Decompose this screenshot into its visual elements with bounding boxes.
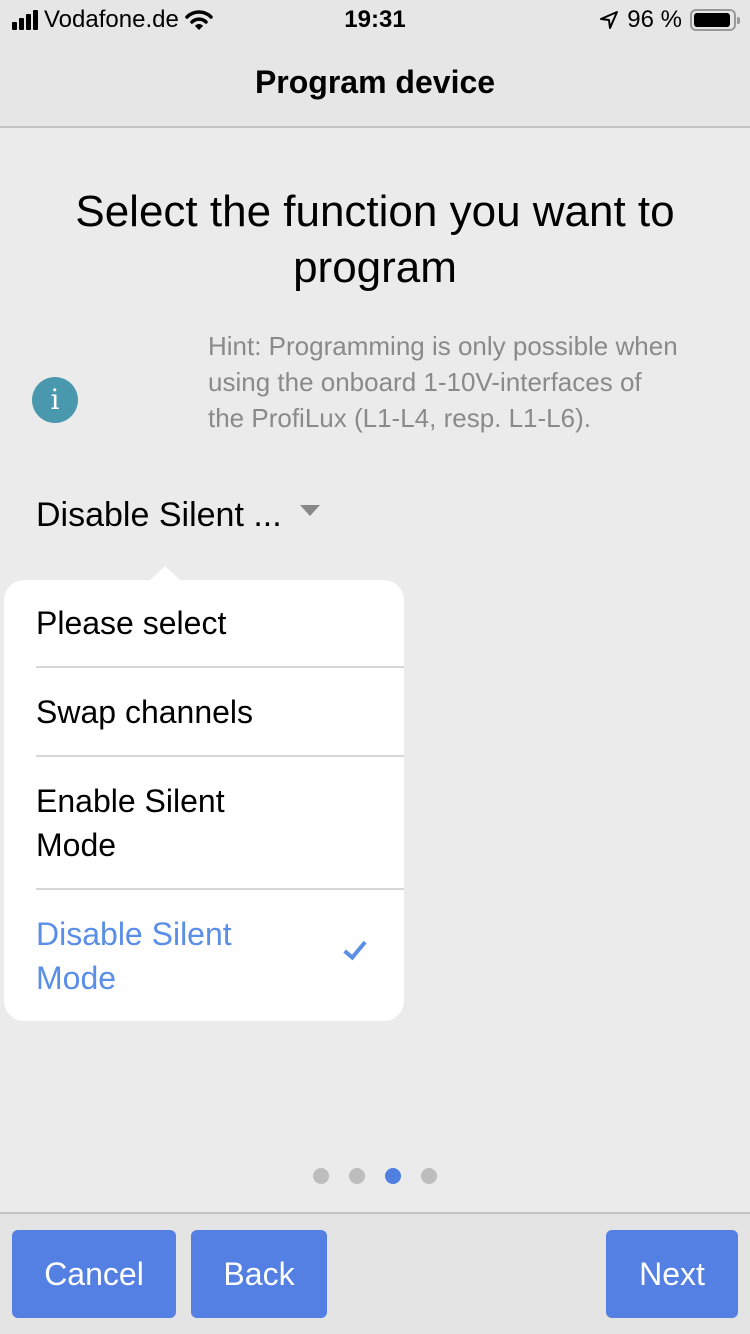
next-button[interactable]: Next [606, 1230, 738, 1318]
option-label: Please select [36, 605, 227, 641]
status-bar: Vodafone.de 19:31 96 % [0, 0, 750, 40]
function-select[interactable]: Disable Silent ... [36, 496, 320, 535]
back-button[interactable]: Back [191, 1230, 327, 1318]
battery-icon [690, 9, 740, 31]
battery-percent: 96 % [627, 6, 682, 33]
page-dot [349, 1168, 365, 1184]
page-title: Program device [254, 64, 496, 100]
checkmark-icon [343, 935, 367, 960]
option-please-select[interactable]: Please select [36, 580, 404, 668]
hint-text: Hint: Programming is only possible when … [208, 331, 678, 433]
status-right: 96 % [599, 6, 740, 34]
page-dot-active [385, 1168, 401, 1184]
info-icon: i [32, 377, 78, 423]
location-arrow-icon [600, 11, 619, 29]
option-swap-channels[interactable]: Swap channels [36, 668, 404, 757]
popover-arrow [149, 566, 181, 581]
option-label: Enable Silent Mode [36, 782, 225, 863]
nav-bar: Program device [0, 40, 750, 128]
page-dot [421, 1168, 437, 1184]
option-disable-silent-mode[interactable]: Disable Silent Mode [36, 890, 404, 1021]
function-heading: Select the function you want to program [75, 187, 675, 292]
option-enable-silent-mode[interactable]: Enable Silent Mode [36, 757, 404, 890]
function-options-popover: Please select Swap channels Enable Silen… [4, 580, 404, 1021]
page-indicator [0, 1168, 750, 1184]
cancel-button[interactable]: Cancel [12, 1230, 176, 1318]
page-dot [313, 1168, 329, 1184]
option-label: Swap channels [36, 693, 254, 730]
option-label: Disable Silent Mode [36, 915, 232, 996]
function-select-value: Disable Silent ... [36, 496, 282, 534]
footer-toolbar: Cancel Back Next [0, 1212, 750, 1334]
battery-fill [694, 13, 731, 27]
dropdown-caret-icon [299, 505, 320, 516]
